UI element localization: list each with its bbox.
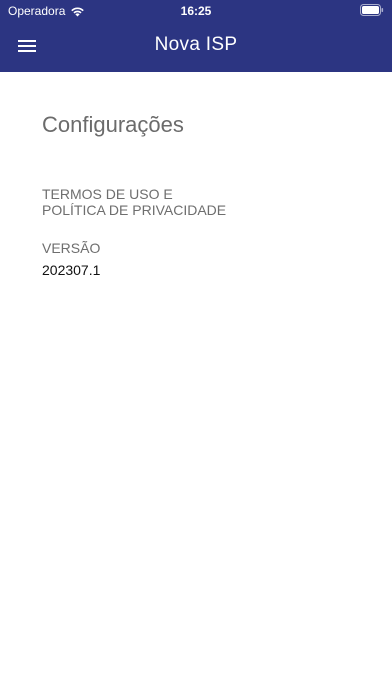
app-screen: Operadora 16:25 Nova ISP Configurações T… (0, 0, 392, 696)
terms-line-2: POLÍTICA DE PRIVACIDADE (42, 202, 227, 218)
battery-icon (360, 4, 384, 16)
terms-privacy-link[interactable]: TERMOS DE USO E POLÍTICA DE PRIVACIDADE (42, 186, 372, 218)
status-bar: Operadora 16:25 (0, 0, 392, 22)
version-value: 202307.1 (42, 262, 101, 278)
settings-content: Configurações TERMOS DE USO E POLÍTICA D… (42, 112, 372, 278)
app-title: Nova ISP (154, 34, 238, 55)
version-label: VERSÃO (42, 240, 101, 256)
status-clock: 16:25 (180, 4, 212, 18)
page-title: Configurações (42, 112, 184, 137)
navigation-bar: Nova ISP (0, 22, 392, 72)
terms-line-1: TERMOS DE USO E (42, 186, 173, 202)
app-header: Operadora 16:25 Nova ISP (0, 0, 392, 72)
